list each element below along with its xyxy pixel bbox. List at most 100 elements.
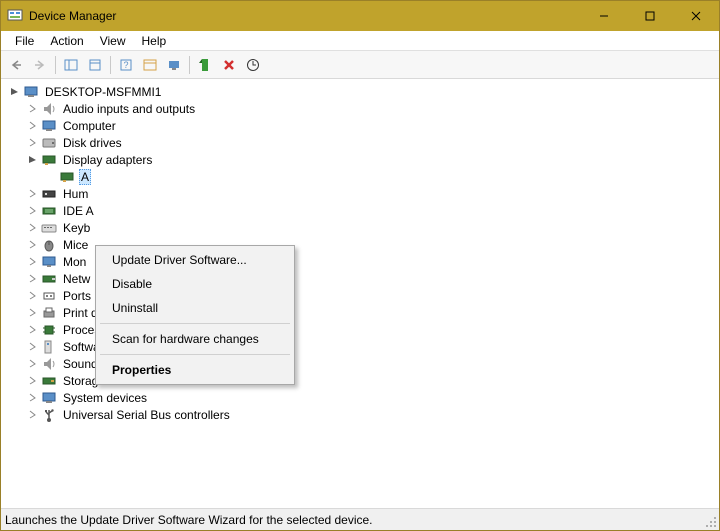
usb-icon: [41, 407, 57, 423]
action-toolbar-button[interactable]: [139, 54, 161, 76]
tree-item-label: Universal Serial Bus controllers: [61, 408, 232, 422]
tree-item-label: Mice: [61, 238, 90, 252]
expand-icon[interactable]: [25, 119, 39, 133]
expand-icon[interactable]: [25, 255, 39, 269]
tree-item-label: Mon: [61, 255, 88, 269]
menu-help[interactable]: Help: [134, 32, 175, 50]
display-adapter-icon: [59, 169, 75, 185]
back-button[interactable]: [5, 54, 27, 76]
display-adapter-icon: [41, 152, 57, 168]
scan-hardware-button[interactable]: [163, 54, 185, 76]
sound-icon: [41, 356, 57, 372]
software-icon: [41, 339, 57, 355]
expand-icon[interactable]: [25, 136, 39, 150]
expand-icon[interactable]: [25, 391, 39, 405]
tree-item-display-child[interactable]: A: [3, 168, 717, 185]
collapse-icon[interactable]: [7, 85, 21, 99]
tree-item-hid[interactable]: Hum: [3, 185, 717, 202]
tree-item-label: System devices: [61, 391, 149, 405]
properties-button[interactable]: [84, 54, 106, 76]
expand-icon[interactable]: [25, 408, 39, 422]
toolbar-separator: [189, 56, 190, 74]
processor-icon: [41, 322, 57, 338]
tree-item-label: Computer: [61, 119, 118, 133]
tree-item-audio[interactable]: Audio inputs and outputs: [3, 100, 717, 117]
tree-item-keyboard[interactable]: Keyb: [3, 219, 717, 236]
no-expander: [43, 170, 57, 184]
resize-grip-icon[interactable]: [705, 516, 717, 528]
ctx-scan[interactable]: Scan for hardware changes: [98, 327, 292, 351]
toolbar-separator: [110, 56, 111, 74]
forward-button[interactable]: [29, 54, 51, 76]
statusbar: Launches the Update Driver Software Wiza…: [1, 508, 719, 530]
close-button[interactable]: [673, 1, 719, 31]
mouse-icon: [41, 237, 57, 253]
expand-icon[interactable]: [25, 357, 39, 371]
tree-root-row[interactable]: DESKTOP-MSFMMI1: [3, 83, 717, 100]
network-icon: [41, 271, 57, 287]
tree-item-label: Keyb: [61, 221, 92, 235]
printer-icon: [41, 305, 57, 321]
tree-item-label: Display adapters: [61, 153, 154, 167]
toolbar-separator: [55, 56, 56, 74]
context-menu: Update Driver Software... Disable Uninst…: [95, 245, 295, 385]
ctx-update-driver[interactable]: Update Driver Software...: [98, 248, 292, 272]
menu-view[interactable]: View: [92, 32, 134, 50]
expand-icon[interactable]: [25, 204, 39, 218]
ctx-properties[interactable]: Properties: [98, 358, 292, 382]
expand-icon[interactable]: [25, 289, 39, 303]
menu-action[interactable]: Action: [42, 32, 91, 50]
expand-icon[interactable]: [25, 221, 39, 235]
tree-item-system[interactable]: System devices: [3, 389, 717, 406]
tree-item-disk[interactable]: Disk drives: [3, 134, 717, 151]
tree-item-label: Netw: [61, 272, 92, 286]
ctx-uninstall[interactable]: Uninstall: [98, 296, 292, 320]
minimize-button[interactable]: [581, 1, 627, 31]
svg-text:?: ?: [123, 60, 128, 70]
expand-icon[interactable]: [25, 323, 39, 337]
ctx-separator: [100, 323, 290, 324]
menu-file[interactable]: File: [7, 32, 42, 50]
uninstall-button[interactable]: [218, 54, 240, 76]
ports-icon: [41, 288, 57, 304]
monitor-icon: [41, 254, 57, 270]
expand-icon[interactable]: [25, 272, 39, 286]
tree-item-display[interactable]: Display adapters: [3, 151, 717, 168]
window-title: Device Manager: [29, 9, 581, 23]
device-tree[interactable]: DESKTOP-MSFMMI1 Audio inputs and outputs…: [1, 79, 719, 508]
system-icon: [41, 390, 57, 406]
tree-root-label: DESKTOP-MSFMMI1: [43, 85, 163, 99]
tree-item-label: IDE A: [61, 204, 96, 218]
expand-icon[interactable]: [25, 306, 39, 320]
window-controls: [581, 1, 719, 31]
audio-icon: [41, 101, 57, 117]
tree-item-usb[interactable]: Universal Serial Bus controllers: [3, 406, 717, 423]
expand-icon[interactable]: [25, 374, 39, 388]
computer-icon: [23, 84, 39, 100]
collapse-icon[interactable]: [25, 153, 39, 167]
ctx-separator: [100, 354, 290, 355]
app-icon: [7, 8, 23, 24]
help-button[interactable]: ?: [115, 54, 137, 76]
tree-item-computer[interactable]: Computer: [3, 117, 717, 134]
expand-icon[interactable]: [25, 238, 39, 252]
expand-icon[interactable]: [25, 102, 39, 116]
disk-icon: [41, 135, 57, 151]
expand-icon[interactable]: [25, 187, 39, 201]
status-text: Launches the Update Driver Software Wiza…: [5, 513, 373, 527]
expand-icon[interactable]: [25, 340, 39, 354]
show-hide-tree-button[interactable]: [60, 54, 82, 76]
maximize-button[interactable]: [627, 1, 673, 31]
tree-item-label: Audio inputs and outputs: [61, 102, 197, 116]
keyboard-icon: [41, 220, 57, 236]
update-driver-button[interactable]: [242, 54, 264, 76]
tree-item-label-selected: A: [79, 169, 91, 185]
ctx-disable[interactable]: Disable: [98, 272, 292, 296]
menubar: File Action View Help: [1, 31, 719, 51]
tree-item-ide[interactable]: IDE A: [3, 202, 717, 219]
ide-icon: [41, 203, 57, 219]
storage-icon: [41, 373, 57, 389]
titlebar[interactable]: Device Manager: [1, 1, 719, 31]
enable-button[interactable]: [194, 54, 216, 76]
toolbar: ?: [1, 51, 719, 79]
